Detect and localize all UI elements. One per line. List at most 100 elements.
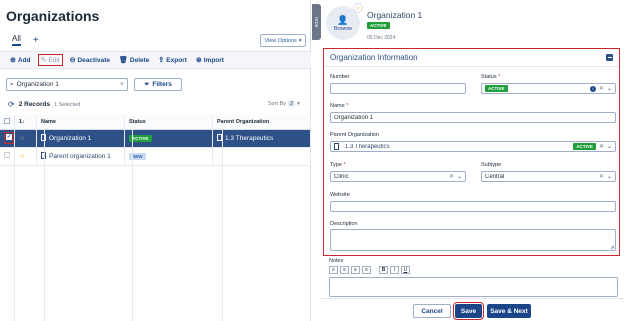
underline-button[interactable]: U	[401, 266, 410, 274]
parent-organization-label: Parent Organization	[330, 132, 379, 138]
column-header-name[interactable]: Name	[36, 115, 125, 130]
row-favorite-cell: ☆	[14, 147, 37, 166]
search-row: ⌕ Organization 1 × ⏷ Filters	[6, 78, 182, 91]
filters-button-label: Filters	[152, 81, 172, 88]
cancel-button[interactable]: Cancel	[413, 304, 451, 318]
row-checkbox[interactable]	[4, 152, 10, 158]
minus-circle-icon: ⊖	[69, 57, 76, 64]
parent-organization-value: 1.3 Therapeutics	[345, 143, 390, 150]
row-checkbox[interactable]	[6, 132, 12, 140]
save-and-next-button[interactable]: Save & Next	[487, 304, 531, 318]
type-select[interactable]: Clinic ✕ ⌄	[330, 171, 466, 182]
browse-label: Browse	[333, 25, 353, 32]
row-status-cell: NEW	[124, 147, 213, 166]
row-name-cell[interactable]: Parent organization 1	[36, 147, 125, 166]
type-value: Clinic	[334, 173, 349, 180]
status-label-text: Status	[481, 74, 497, 80]
column-header-status[interactable]: Status	[124, 115, 213, 130]
column-header-parent[interactable]: Parent Organization	[212, 115, 311, 130]
align-left-button[interactable]: ≡	[329, 266, 338, 274]
bold-button[interactable]: B	[379, 266, 388, 274]
filters-button[interactable]: ⏷ Filters	[134, 78, 182, 91]
website-label-text: Website	[330, 192, 350, 198]
row-name-cell[interactable]: Organization 1	[36, 129, 125, 148]
sort-count-badge: 2	[288, 101, 296, 107]
status-badge: ACTIVE	[367, 22, 390, 29]
row-parent-cell[interactable]	[212, 147, 311, 166]
sort-by-label: Sort By	[268, 101, 287, 107]
pencil-icon: ✎	[40, 57, 47, 64]
search-input[interactable]: ⌕ Organization 1 ×	[6, 78, 128, 91]
status-select[interactable]: ACTIVE i ✕ ⌄	[481, 83, 616, 94]
add-circle-icon: ⊕	[10, 57, 16, 64]
star-icon[interactable]: ☆	[19, 135, 25, 142]
add-tab-button[interactable]: +	[33, 35, 39, 46]
tab-all[interactable]: All	[12, 34, 21, 46]
import-button[interactable]: ⊛ Import	[194, 55, 226, 65]
column-divider	[14, 129, 15, 321]
star-icon[interactable]: ☆	[353, 3, 363, 13]
records-count: 2 Records	[18, 101, 51, 108]
italic-button[interactable]: I	[390, 266, 399, 274]
clear-icon[interactable]: ✕	[449, 173, 454, 180]
type-label-text: Type	[330, 162, 342, 168]
page-title: Organizations	[6, 8, 100, 24]
detail-header: 👤 Browse ☆ Organization 1 ACTIVE 05 Dec …	[321, 0, 624, 44]
edit-button[interactable]: ✎ Edit	[37, 54, 63, 66]
website-field[interactable]	[330, 201, 616, 212]
select-all-header[interactable]	[0, 115, 15, 130]
info-icon[interactable]: i	[589, 85, 596, 92]
collapse-icon[interactable]	[606, 54, 613, 61]
name-field[interactable]: Organization 1	[330, 112, 616, 123]
table-row[interactable]: ☆ Parent organization 1 NEW	[0, 147, 311, 166]
clear-icon[interactable]: ✕	[599, 143, 604, 150]
hide-panel-tab[interactable]: HIDE	[312, 4, 321, 40]
column-divider	[132, 129, 133, 321]
row-select-cell	[0, 147, 15, 166]
align-center-button[interactable]: ≡	[340, 266, 349, 274]
description-textarea[interactable]: ◢	[330, 229, 616, 251]
clear-icon[interactable]: ✕	[599, 85, 604, 92]
row-checkbox-highlight	[4, 132, 14, 144]
star-icon[interactable]: ☆	[19, 153, 25, 160]
notes-editor[interactable]	[329, 277, 618, 297]
list-toolbar: ⊕ Add ✎ Edit ⊖ Deactivate 🗑 Delete ⇪ Exp…	[0, 51, 311, 69]
bookmark-icon	[334, 143, 339, 150]
sort-by-control[interactable]: Sort By 2 ▾	[268, 101, 300, 107]
section-header: Organization Information	[324, 49, 619, 67]
chevron-down-icon[interactable]: ⌄	[607, 173, 612, 180]
view-options-button[interactable]: View Options ▾	[260, 34, 306, 47]
refresh-icon[interactable]: ⟳	[8, 100, 15, 109]
column-header-number[interactable]: 1↓	[14, 115, 37, 130]
chevron-down-icon[interactable]: ⌄	[607, 143, 612, 150]
number-field[interactable]	[330, 83, 466, 94]
chevron-down-icon[interactable]: ⌄	[457, 173, 462, 180]
justify-button[interactable]: ≡	[362, 266, 371, 274]
add-button[interactable]: ⊕ Add	[8, 55, 33, 65]
description-label-text: Description	[330, 221, 358, 227]
delete-button[interactable]: 🗑 Delete	[117, 55, 151, 65]
description-label: Description	[330, 221, 358, 227]
export-button[interactable]: ⇪ Export	[156, 55, 188, 65]
select-all-checkbox[interactable]	[4, 117, 10, 124]
parent-organization-select[interactable]: 1.3 Therapeutics ACTIVE ✕ ⌄	[330, 141, 616, 152]
trash-icon: 🗑	[119, 57, 128, 64]
subtype-select[interactable]: Central ✕ ⌄	[481, 171, 616, 182]
resize-handle-icon[interactable]: ◢	[610, 244, 614, 250]
clear-search-icon[interactable]: ×	[120, 81, 124, 88]
table-row[interactable]: ☆ Organization 1 ACTIVE 1.3 Therapeutics	[0, 129, 311, 148]
row-select-cell	[0, 129, 15, 148]
clear-icon[interactable]: ✕	[599, 173, 604, 180]
table-header-row: 1↓ Name Status Parent Organization	[0, 115, 311, 130]
list-tabs: All +	[12, 34, 39, 46]
chevron-down-icon[interactable]: ⌄	[607, 85, 612, 92]
deactivate-button[interactable]: ⊖ Deactivate	[68, 55, 112, 65]
import-icon: ⊛	[195, 57, 202, 64]
record-status: ACTIVE	[367, 22, 390, 29]
row-parent-cell[interactable]: 1.3 Therapeutics	[212, 129, 311, 148]
save-button[interactable]: Save	[453, 302, 484, 320]
subtype-label: Subtype	[481, 162, 501, 168]
align-right-button[interactable]: ≡	[351, 266, 360, 274]
number-label-text: Number	[330, 74, 350, 80]
name-label: Name *	[330, 103, 349, 109]
